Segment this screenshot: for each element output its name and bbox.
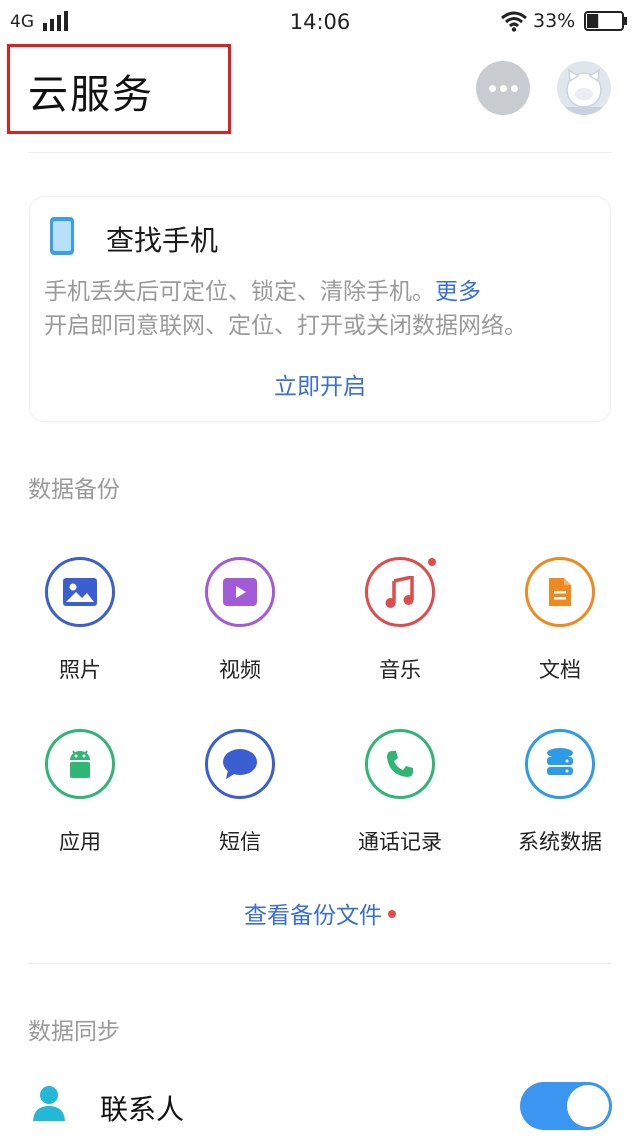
view-backup-files-label: 查看备份文件	[244, 903, 382, 929]
backup-messages[interactable]: 短信	[180, 729, 300, 856]
find-phone-desc-text: 手机丢失后可定位、锁定、清除手机。	[44, 279, 435, 305]
backup-item-label: 视频	[219, 658, 261, 682]
find-phone-title: 查找手机	[106, 224, 219, 257]
find-phone-consent-text: 开启即同意联网、定位、打开或关闭数据网络。	[44, 313, 527, 339]
document-icon	[525, 557, 595, 627]
music-icon	[365, 557, 435, 627]
backup-videos[interactable]: 视频	[180, 557, 300, 684]
phone-icon	[50, 217, 74, 255]
backup-apps[interactable]: 应用	[20, 729, 140, 856]
phone-call-icon	[365, 729, 435, 799]
backup-photos[interactable]: 照片	[20, 557, 140, 684]
wifi-icon	[501, 11, 527, 32]
contacts-sync-toggle[interactable]	[520, 1082, 612, 1130]
sync-section-title: 数据同步	[28, 1019, 120, 1045]
view-files-badge-dot	[388, 909, 396, 918]
android-icon	[45, 729, 115, 799]
contact-person-icon	[33, 1086, 65, 1121]
header-divider	[28, 152, 612, 153]
message-icon	[205, 729, 275, 799]
avatar-icon[interactable]	[557, 61, 611, 115]
find-phone-description: 手机丢失后可定位、锁定、清除手机。更多	[44, 272, 481, 306]
battery-icon	[584, 11, 627, 31]
photo-icon	[45, 557, 115, 627]
enable-now-button[interactable]: 立即开启	[0, 367, 640, 401]
backup-item-label: 通话记录	[358, 830, 442, 854]
backup-item-label: 文档	[539, 658, 581, 682]
backup-section-title: 数据备份	[28, 477, 120, 503]
video-icon	[205, 557, 275, 627]
section-divider	[28, 963, 612, 964]
toggle-knob	[567, 1085, 609, 1127]
backup-item-label: 系统数据	[518, 830, 602, 854]
backup-item-label: 照片	[59, 658, 101, 682]
view-backup-files-link[interactable]: 查看备份文件	[0, 896, 640, 930]
backup-documents[interactable]: 文档	[500, 557, 620, 684]
more-link[interactable]: 更多	[435, 279, 481, 305]
backup-music[interactable]: 音乐	[340, 557, 460, 684]
music-badge-dot	[428, 558, 436, 566]
page-title: 云服务	[28, 72, 154, 118]
database-icon	[525, 729, 595, 799]
contacts-label: 联系人	[100, 1093, 185, 1126]
backup-item-label: 音乐	[379, 658, 421, 682]
backup-item-label: 短信	[219, 830, 261, 854]
backup-call-logs[interactable]: 通话记录	[340, 729, 460, 856]
backup-item-label: 应用	[59, 830, 101, 854]
backup-system-data[interactable]: 系统数据	[500, 729, 620, 856]
status-bar: 4G 14:06 33%	[0, 0, 640, 44]
battery-percent: 33%	[533, 10, 576, 32]
more-dots-icon[interactable]	[476, 61, 530, 115]
